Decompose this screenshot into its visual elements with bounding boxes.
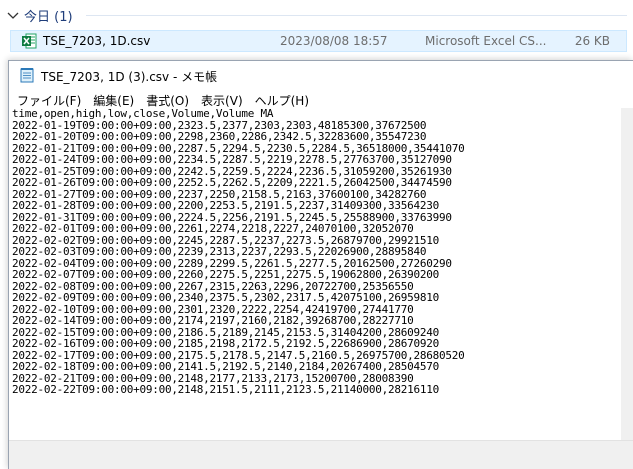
menu-bar: ファイル(F) 編集(E) 書式(O) 表示(V) ヘルプ(H) — [9, 91, 633, 109]
editor-line: 2022-02-07T09:00:00+09:00,2260,2275.5,22… — [12, 269, 439, 281]
chevron-down-icon[interactable] — [6, 8, 20, 22]
editor-line: 2022-02-02T09:00:00+09:00,2245,2287.5,22… — [12, 234, 439, 246]
editor-line: 2022-02-01T09:00:00+09:00,2261,2274,2218… — [12, 223, 414, 235]
menu-edit[interactable]: 編集(E) — [93, 92, 134, 109]
file-name: TSE_7203, 1D.csv — [43, 34, 151, 48]
editor-line: 2022-02-09T09:00:00+09:00,2340,2375.5,23… — [12, 292, 439, 304]
editor-line: 2022-02-14T09:00:00+09:00,2174,2197,2160… — [12, 315, 414, 327]
editor-line: 2022-02-08T09:00:00+09:00,2267,2315,2263… — [12, 280, 414, 292]
editor-line: 2022-02-18T09:00:00+09:00,2141.5,2192.5,… — [12, 361, 439, 373]
file-type: Microsoft Excel CS... — [425, 34, 547, 48]
vertical-scrollbar[interactable] — [621, 108, 633, 440]
menu-format[interactable]: 書式(O) — [146, 92, 189, 109]
group-header-today[interactable]: 今日 (1) — [0, 0, 633, 30]
editor-line: 2022-02-21T09:00:00+09:00,2148,2177,2133… — [12, 372, 414, 384]
file-date-modified: 2023/08/08 18:57 — [280, 34, 388, 48]
editor-line: 2022-01-31T09:00:00+09:00,2224.5,2256,21… — [12, 211, 452, 223]
editor-line: 2022-02-22T09:00:00+09:00,2148,2151.5,21… — [12, 384, 439, 396]
notepad-window[interactable]: TSE_7203, 1D (3).csv - メモ帳 ファイル(F) 編集(E)… — [8, 60, 633, 469]
editor-line: 2022-02-04T09:00:00+09:00,2289,2299.5,22… — [12, 257, 452, 269]
status-bar — [9, 440, 633, 469]
editor-line: 2022-01-25T09:00:00+09:00,2242.5,2259.5,… — [12, 165, 452, 177]
menu-view[interactable]: 表示(V) — [201, 92, 243, 109]
group-divider — [86, 15, 627, 16]
editor-line: 2022-01-20T09:00:00+09:00,2298,2360,2286… — [12, 131, 427, 143]
menu-file[interactable]: ファイル(F) — [17, 92, 81, 109]
window-title: TSE_7203, 1D (3).csv - メモ帳 — [41, 70, 218, 84]
excel-csv-icon — [22, 33, 37, 49]
editor-line: 2022-01-19T09:00:00+09:00,2323.5,2377,23… — [12, 119, 427, 131]
editor-line: time,open,high,low,close,Volume,Volume M… — [12, 108, 274, 120]
file-row[interactable]: TSE_7203, 1D.csv 2023/08/08 18:57 Micros… — [10, 30, 627, 52]
notepad-titlebar[interactable]: TSE_7203, 1D (3).csv - メモ帳 — [9, 61, 633, 89]
text-editor[interactable]: time,open,high,low,close,Volume,Volume M… — [9, 108, 621, 440]
notepad-icon — [20, 68, 34, 83]
group-title: 今日 (1) — [24, 10, 73, 25]
editor-line: 2022-01-28T09:00:00+09:00,2200,2253.5,21… — [12, 200, 439, 212]
file-size: 26 KB — [574, 34, 610, 48]
editor-content[interactable]: time,open,high,low,close,Volume,Volume M… — [9, 108, 621, 396]
editor-line: 2022-01-21T09:00:00+09:00,2287.5,2294.5,… — [12, 142, 465, 154]
editor-line: 2022-02-10T09:00:00+09:00,2301,2320,2222… — [12, 303, 414, 315]
editor-line: 2022-02-16T09:00:00+09:00,2185,2198,2172… — [12, 338, 439, 350]
editor-line: 2022-01-27T09:00:00+09:00,2237,2250,2158… — [12, 188, 427, 200]
editor-line: 2022-02-17T09:00:00+09:00,2175.5,2178.5,… — [12, 349, 465, 361]
menu-help[interactable]: ヘルプ(H) — [255, 92, 309, 109]
editor-line: 2022-02-15T09:00:00+09:00,2186.5,2189,21… — [12, 326, 439, 338]
editor-line: 2022-01-24T09:00:00+09:00,2234.5,2287.5,… — [12, 154, 452, 166]
editor-line: 2022-01-26T09:00:00+09:00,2252.5,2262.5,… — [12, 177, 452, 189]
editor-line: 2022-02-03T09:00:00+09:00,2239,2313,2237… — [12, 246, 427, 258]
